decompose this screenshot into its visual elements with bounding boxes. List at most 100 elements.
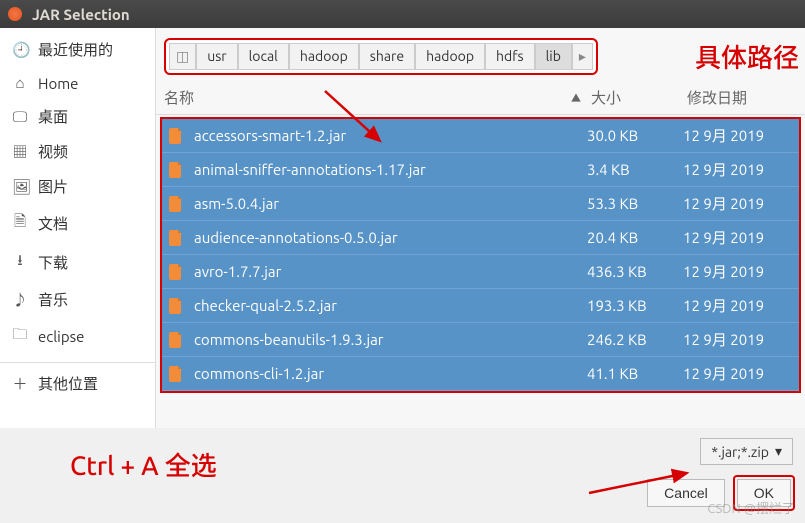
sidebar-item-label: 图片 [38,176,68,197]
file-name: audience-annotations-0.5.0.jar [194,229,587,246]
annotation-arrow-icon [320,86,400,156]
sidebar-item-label: 音乐 [38,289,68,310]
sidebar-item[interactable]: ▦ 视频 [0,134,155,169]
chevron-down-icon: ▾ [775,443,782,460]
file-list: accessors-smart-1.2.jar30.0 KB12 9月 2019… [160,117,801,393]
file-size: 436.3 KB [587,263,683,280]
file-size: 246.2 KB [587,331,683,348]
breadcrumb-segment[interactable]: lib [535,43,572,70]
table-row[interactable]: commons-cli-1.2.jar41.1 KB12 9月 2019 [162,357,799,391]
breadcrumb-next-icon[interactable]: ▸ [572,43,593,70]
sidebar-icon: ▦ [12,141,28,162]
sidebar-icon: ⌂ [12,74,28,92]
breadcrumb-segment[interactable]: local [238,43,289,70]
table-row[interactable]: avro-1.7.7.jar436.3 KB12 9月 2019 [162,255,799,289]
sidebar-icon: 🗀 [12,324,28,349]
file-date: 12 9月 2019 [683,193,793,214]
filter-dropdown[interactable]: *.jar;*.zip ▾ [700,438,793,465]
file-name: animal-sniffer-annotations-1.17.jar [194,161,587,178]
sidebar-item[interactable]: 🗎 文档 [0,204,155,243]
table-row[interactable]: checker-qual-2.5.2.jar193.3 KB12 9月 2019 [162,289,799,323]
file-size: 41.1 KB [587,365,683,382]
breadcrumb-segment[interactable]: share [359,43,415,70]
table-row[interactable]: animal-sniffer-annotations-1.17.jar3.4 K… [162,153,799,187]
file-date: 12 9月 2019 [683,329,793,350]
titlebar: JAR Selection [0,0,805,28]
sidebar-item[interactable]: 🗀 eclipse [0,317,155,356]
jar-file-icon [168,264,184,280]
file-name: commons-beanutils-1.9.3.jar [194,331,587,348]
sidebar-icon: ⭳ [12,250,28,275]
file-name: asm-5.0.4.jar [194,195,587,212]
sidebar-icon: ＋ [12,373,28,394]
jar-file-icon [168,332,184,348]
sort-asc-icon: ▲ [571,90,581,105]
sidebar-item-label: 下载 [38,252,68,273]
path-row: ◫ usrlocalhadoopsharehadoophdfslib▸ 具体路径 [156,28,805,81]
table-row[interactable]: accessors-smart-1.2.jar30.0 KB12 9月 2019 [162,119,799,153]
sidebar-item-label: Home [38,75,78,92]
file-size: 20.4 KB [587,229,683,246]
breadcrumb-segment[interactable]: usr [196,43,237,70]
sidebar-item-label: eclipse [38,328,84,345]
close-icon[interactable] [8,7,22,21]
header-size[interactable]: 大小 [591,87,687,108]
file-size: 53.3 KB [587,195,683,212]
jar-file-icon [168,298,184,314]
sidebar-item[interactable]: ♪ 音乐 [0,282,155,317]
table-row[interactable]: asm-5.0.4.jar53.3 KB12 9月 2019 [162,187,799,221]
sidebar-icon: 🖼 [12,178,28,196]
file-size: 3.4 KB [587,161,683,178]
file-name: checker-qual-2.5.2.jar [194,297,587,314]
file-date: 12 9月 2019 [683,125,793,146]
sidebar-icon: ♪ [12,289,28,310]
jar-file-icon [168,230,184,246]
sidebar-icon: 🖵 [12,108,28,126]
sidebar-icon: 🕘 [12,41,28,59]
jar-file-icon [168,162,184,178]
file-size: 30.0 KB [587,127,683,144]
sidebar-item[interactable]: 🕘 最近使用的 [0,32,155,67]
sidebar: 🕘 最近使用的 ⌂ Home 🖵 桌面 ▦ 视频 🖼 图片 🗎 文档 ⭳ 下载 ♪ 音乐 🗀 eclipse ＋ 其他… [0,28,156,438]
file-date: 12 9月 2019 [683,261,793,282]
sidebar-item[interactable]: ⌂ Home [0,67,155,99]
main-panel: ◫ usrlocalhadoopsharehadoophdfslib▸ 具体路径… [156,28,805,438]
sidebar-item-label: 文档 [38,213,68,234]
table-row[interactable]: commons-beanutils-1.9.3.jar246.2 KB12 9月… [162,323,799,357]
sidebar-item[interactable]: 🖼 图片 [0,169,155,204]
header-date[interactable]: 修改日期 [687,87,797,108]
window-title: JAR Selection [32,6,130,23]
dialog-body: 🕘 最近使用的 ⌂ Home 🖵 桌面 ▦ 视频 🖼 图片 🗎 文档 ⭳ 下载 ♪ 音乐 🗀 eclipse ＋ 其他… [0,28,805,438]
annotation-path: 具体路径 [695,38,799,75]
watermark: CSDN @摆烂了 [707,498,795,517]
file-name: commons-cli-1.2.jar [194,365,587,382]
breadcrumb-segment[interactable]: hadoop [289,43,359,70]
sidebar-item[interactable]: ＋ 其他位置 [0,362,155,401]
sidebar-item-label: 桌面 [38,106,68,127]
annotation-selectall: Ctrl + A 全选 [70,446,217,483]
sidebar-item-label: 视频 [38,141,68,162]
sidebar-item-label: 其他位置 [38,373,98,394]
file-date: 12 9月 2019 [683,363,793,384]
breadcrumb-root-icon[interactable]: ◫ [169,43,196,70]
jar-file-icon [168,366,184,382]
header-name-label: 名称 [164,87,194,108]
sidebar-item-label: 最近使用的 [38,39,113,60]
file-date: 12 9月 2019 [683,227,793,248]
file-date: 12 9月 2019 [683,295,793,316]
sidebar-item[interactable]: 🖵 桌面 [0,99,155,134]
breadcrumb-segment[interactable]: hdfs [485,43,535,70]
file-name: avro-1.7.7.jar [194,263,587,280]
file-date: 12 9月 2019 [683,159,793,180]
column-headers: 名称 ▲ 大小 修改日期 [156,81,805,115]
breadcrumb: ◫ usrlocalhadoopsharehadoophdfslib▸ [164,38,598,75]
file-size: 193.3 KB [587,297,683,314]
annotation-arrow-icon [587,467,697,497]
jar-file-icon [168,196,184,212]
table-row[interactable]: audience-annotations-0.5.0.jar20.4 KB12 … [162,221,799,255]
breadcrumb-segment[interactable]: hadoop [415,43,485,70]
sidebar-item[interactable]: ⭳ 下载 [0,243,155,282]
jar-file-icon [168,128,184,144]
filter-label: *.jar;*.zip [711,444,769,460]
sidebar-icon: 🗎 [12,211,28,236]
